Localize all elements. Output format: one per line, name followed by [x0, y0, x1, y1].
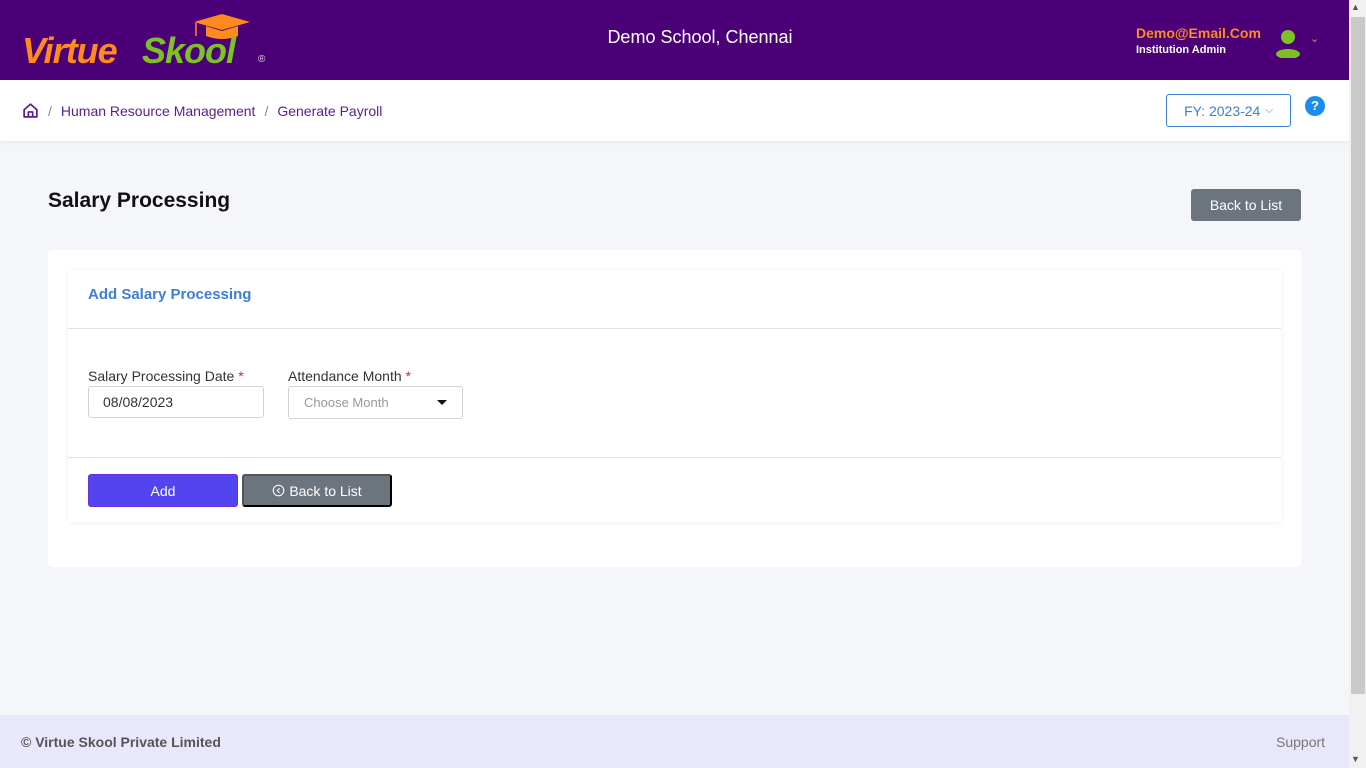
add-button[interactable]: Add	[88, 474, 238, 507]
back-to-list-button[interactable]: Back to List	[242, 474, 392, 507]
user-role: Institution Admin	[1136, 44, 1227, 56]
fy-label: FY: 2023-24	[1184, 102, 1261, 119]
scrollbar-thumb[interactable]	[1351, 17, 1365, 694]
user-avatar-icon[interactable]	[1274, 28, 1302, 58]
required-marker: *	[405, 368, 411, 384]
home-icon[interactable]	[22, 102, 39, 119]
salary-processing-date-input[interactable]: 08/08/2023	[88, 386, 264, 418]
page-title: Salary Processing	[48, 189, 231, 212]
salary-date-label: Salary Processing Date *	[88, 368, 244, 384]
fy-selector[interactable]: FY: 2023-24 ⌵	[1166, 94, 1291, 127]
breadcrumb-separator: /	[264, 102, 269, 119]
salary-date-label-text: Salary Processing Date	[88, 368, 235, 384]
breadcrumb: / Human Resource Management / Generate P…	[22, 102, 382, 119]
scroll-down-icon[interactable]: ▼	[1351, 754, 1360, 764]
caret-down-icon	[437, 400, 447, 405]
breadcrumb-hrm[interactable]: Human Resource Management	[61, 103, 256, 119]
divider	[68, 328, 1281, 329]
registered-mark: ®	[258, 54, 266, 65]
card-title: Add Salary Processing	[88, 286, 252, 303]
attendance-month-label-text: Attendance Month	[288, 368, 402, 384]
back-to-list-label: Back to List	[289, 482, 362, 499]
top-header: Virtue Skool ® Demo School, Chennai Demo…	[0, 0, 1349, 80]
chevron-down-icon[interactable]: ⌄	[1310, 32, 1319, 45]
scroll-up-icon[interactable]: ▲	[1351, 2, 1360, 12]
attendance-month-select[interactable]: Choose Month	[288, 386, 463, 419]
breadcrumb-generate-payroll[interactable]: Generate Payroll	[277, 103, 382, 119]
user-email[interactable]: Demo@Email.Com	[1136, 25, 1261, 41]
copyright-text: © Virtue Skool Private Limited	[21, 734, 221, 750]
arrow-left-circle-icon	[273, 484, 285, 497]
required-marker: *	[238, 368, 244, 384]
help-icon[interactable]: ?	[1305, 96, 1325, 116]
divider	[68, 457, 1281, 458]
breadcrumb-separator: /	[48, 102, 52, 119]
chevron-down-icon: ⌵	[1265, 105, 1273, 116]
attendance-month-placeholder: Choose Month	[304, 395, 389, 410]
attendance-month-label: Attendance Month *	[288, 368, 411, 384]
back-to-list-button-top[interactable]: Back to List	[1191, 189, 1301, 221]
support-link[interactable]: Support	[1276, 734, 1325, 750]
